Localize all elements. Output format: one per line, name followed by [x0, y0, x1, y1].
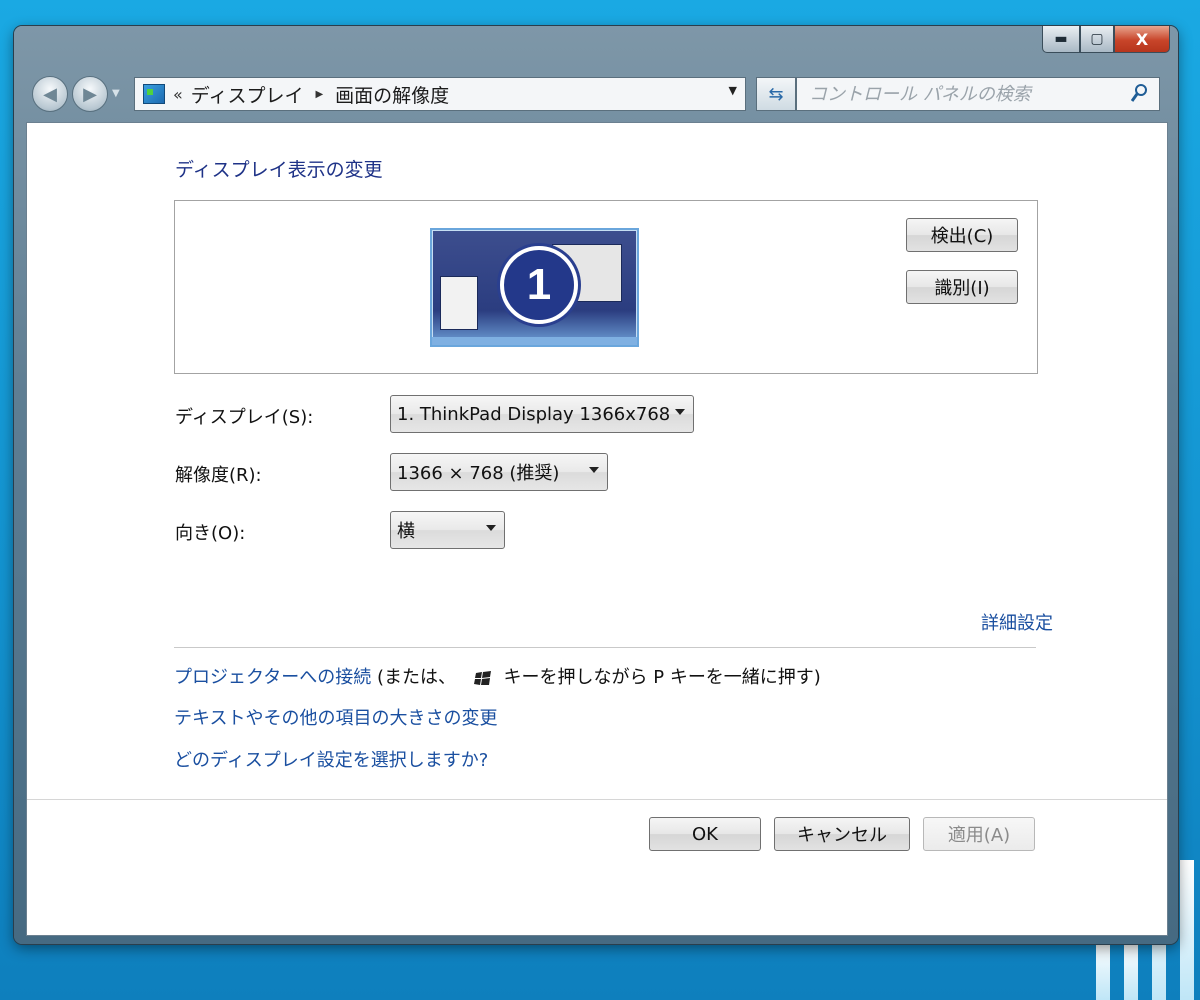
which-display-setting-link[interactable]: どのディスプレイ設定を選択しますか? [174, 746, 488, 772]
chevron-down-icon [675, 409, 685, 415]
address-bar[interactable]: « ディスプレイ ▶ 画面の解像度 ▼ [134, 77, 746, 111]
ok-button[interactable]: OK [649, 817, 761, 851]
back-arrow-icon: ◀ [43, 83, 57, 105]
cancel-button[interactable]: キャンセル [774, 817, 910, 851]
desktop-bar [1180, 860, 1194, 1000]
breadcrumb-screen-resolution[interactable]: 画面の解像度 [335, 81, 449, 108]
apply-button[interactable]: 適用(A) [923, 817, 1035, 851]
detect-button[interactable]: 検出(C) [906, 218, 1018, 252]
breadcrumb-display[interactable]: ディスプレイ [191, 81, 304, 108]
connect-projector-link[interactable]: プロジェクターへの接続 [174, 667, 371, 688]
desktop-bar [1096, 940, 1110, 1000]
control-panel-icon [143, 84, 165, 104]
search-input[interactable] [807, 82, 1131, 106]
orientation-select[interactable]: 横 [390, 511, 505, 549]
monitor-number-badge: 1 [500, 246, 578, 324]
display-label: ディスプレイ(S): [175, 407, 314, 428]
refresh-button[interactable]: ⇆ [756, 77, 796, 111]
minimize-button[interactable]: ▬ [1042, 26, 1080, 53]
projector-note-prefix: (または、 [377, 667, 457, 688]
windows-logo-icon [473, 671, 491, 685]
footer-divider [27, 799, 1167, 800]
chevron-down-icon [589, 467, 599, 473]
navigation-bar: ◀ ▶ ▼ « ディスプレイ ▶ 画面の解像度 ▼ ⇆ [14, 72, 1178, 116]
chevron-down-icon [486, 525, 496, 531]
text-size-link[interactable]: テキストやその他の項目の大きさの変更 [174, 704, 497, 730]
back-button[interactable]: ◀ [32, 76, 68, 112]
thumbnail-taskbar [432, 337, 637, 345]
projector-row: プロジェクターへの接続 (または、 キーを押しながら P キーを一緒に押す) [174, 663, 821, 689]
monitor-layout-panel: 1 検出(C) 識別(I) [174, 200, 1038, 374]
search-icon[interactable] [1131, 83, 1149, 103]
page-title: ディスプレイ表示の変更 [175, 159, 383, 181]
orientation-select-value: 横 [397, 521, 415, 542]
content-pane: ディスプレイ表示の変更 1 検出(C) 識別(I) ディスプレイ(S): 1. … [26, 122, 1168, 936]
resolution-select[interactable]: 1366 × 768 (推奨) [390, 453, 608, 491]
display-select[interactable]: 1. ThinkPad Display 1366x768 [390, 395, 694, 433]
search-box [796, 77, 1160, 111]
caption-buttons: ▬ ▢ X [1042, 26, 1170, 53]
advanced-settings-link[interactable]: 詳細設定 [981, 609, 1053, 635]
control-panel-window: ▬ ▢ X ◀ ▶ ▼ « ディスプレイ ▶ 画面の解像度 ▼ ⇆ コントロール… [14, 26, 1178, 944]
divider [174, 647, 1036, 648]
forward-arrow-icon: ▶ [83, 83, 97, 105]
desktop-bar [1124, 940, 1138, 1000]
recent-pages-dropdown[interactable]: ▼ [112, 88, 120, 99]
display-select-value: 1. ThinkPad Display 1366x768 [397, 403, 671, 425]
breadcrumb-chevron-icon[interactable]: ▶ [315, 89, 323, 100]
address-dropdown-icon[interactable]: ▼ [729, 84, 737, 97]
identify-button[interactable]: 識別(I) [906, 270, 1018, 304]
forward-button[interactable]: ▶ [72, 76, 108, 112]
projector-note-suffix: キーを押しながら P キーを一緒に押す) [503, 667, 821, 688]
maximize-button[interactable]: ▢ [1080, 26, 1114, 53]
breadcrumb-overflow[interactable]: « [173, 85, 183, 104]
orientation-label: 向き(O): [175, 523, 246, 544]
refresh-icon: ⇆ [768, 83, 784, 105]
resolution-select-value: 1366 × 768 (推奨) [397, 463, 560, 484]
monitor-thumbnail[interactable]: 1 [430, 228, 639, 347]
resolution-label: 解像度(R): [175, 465, 262, 486]
close-button[interactable]: X [1114, 26, 1170, 53]
thumbnail-window [440, 276, 478, 330]
